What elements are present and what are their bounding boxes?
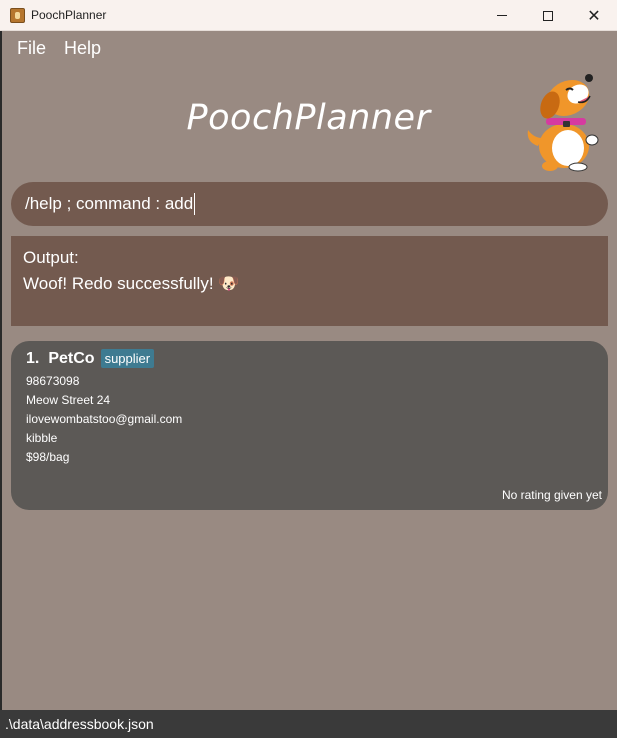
close-icon: ✕ <box>587 5 601 25</box>
output-label: Output: <box>23 248 79 267</box>
command-input[interactable]: /help ; command : add <box>11 182 608 226</box>
command-input-value: /help ; command : add <box>25 194 194 213</box>
minimize-icon <box>497 15 507 16</box>
save-location-path: .\data\addressbook.json <box>5 716 154 732</box>
maximize-icon <box>543 10 553 21</box>
contact-price: $98/bag <box>26 450 70 464</box>
text-caret <box>194 193 196 215</box>
output-message: Woof! Redo successfully! 🐶 <box>23 274 240 293</box>
contact-rating: No rating given yet <box>501 488 602 502</box>
minimize-button[interactable] <box>479 0 525 31</box>
contact-phone: 98673098 <box>26 374 80 388</box>
menu-file[interactable]: File <box>2 38 55 59</box>
dog-mascot-icon <box>527 74 599 172</box>
contact-card[interactable]: 1. PetCo supplier 98673098 Meow Street 2… <box>11 341 608 510</box>
app-icon <box>10 8 25 23</box>
window-title: PoochPlanner <box>31 8 107 22</box>
contact-card-header: 1. PetCo supplier <box>26 349 155 368</box>
status-bar-footer: .\data\addressbook.json <box>0 710 617 738</box>
maximize-button[interactable] <box>525 0 571 31</box>
result-display: Output: Woof! Redo successfully! 🐶 <box>11 236 608 326</box>
contact-product: kibble <box>26 431 58 445</box>
menu-help[interactable]: Help <box>55 38 110 59</box>
contact-tag: supplier <box>100 349 155 368</box>
menubar: File Help <box>2 31 617 65</box>
contact-index: 1. <box>26 349 40 367</box>
close-button[interactable]: ✕ <box>571 0 617 31</box>
window-titlebar: PoochPlanner ✕ <box>0 0 617 31</box>
contact-email: ilovewombatstoo@gmail.com <box>26 412 183 426</box>
contact-name: PetCo <box>48 349 95 367</box>
contact-address: Meow Street 24 <box>26 393 111 407</box>
